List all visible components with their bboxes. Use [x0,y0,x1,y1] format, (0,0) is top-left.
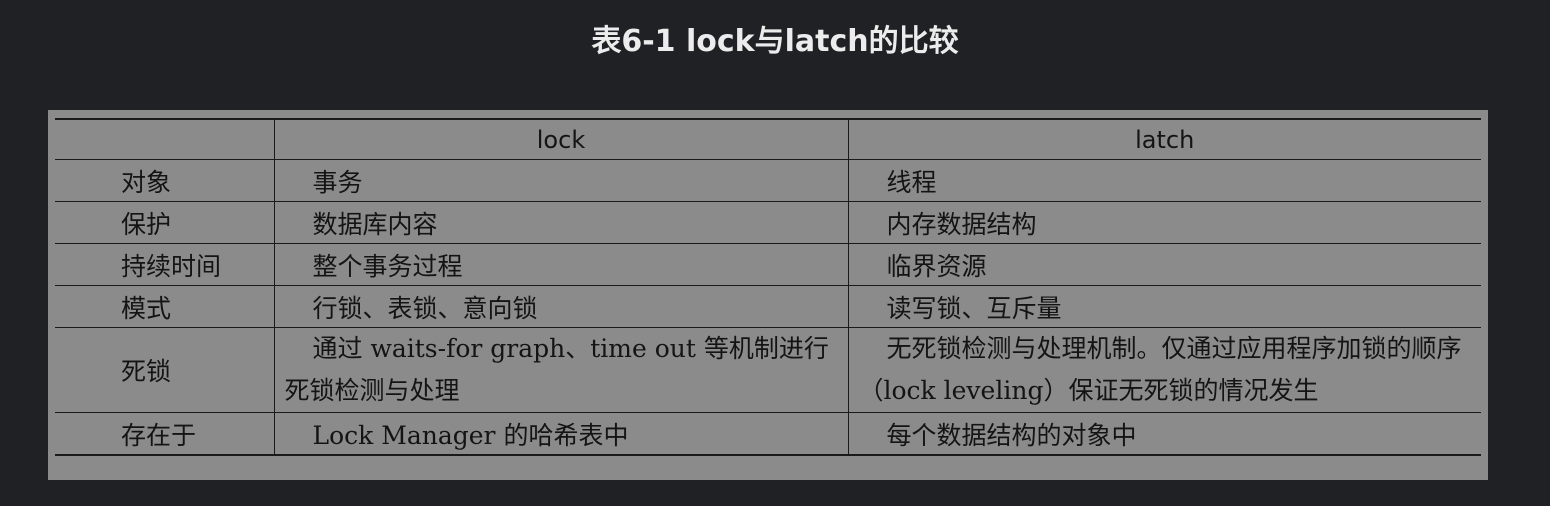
header-cell-lock: lock [273,118,848,160]
comparison-table-image: lock latch 对象 事务 线程 保护 数据库内容 内存数据结构 持续时间… [48,110,1488,480]
lock-latch-comparison-table: lock latch 对象 事务 线程 保护 数据库内容 内存数据结构 持续时间… [55,118,1481,456]
table-header-row: lock latch [55,118,1481,160]
table-row: 持续时间 整个事务过程 临界资源 [55,243,1481,286]
table-row: 保护 数据库内容 内存数据结构 [55,201,1481,244]
table-row: 死锁 通过 waits-for graph、time out 等机制进行死锁检测… [55,327,1481,413]
lock-cell: 通过 waits-for graph、time out 等机制进行死锁检测与处理 [273,327,848,413]
attribute-cell: 持续时间 [55,243,274,286]
latch-cell: 临界资源 [847,243,1481,286]
header-cell-latch: latch [847,118,1481,160]
attribute-cell: 存在于 [55,412,274,456]
attribute-cell: 死锁 [55,327,274,413]
table-row: 模式 行锁、表锁、意向锁 读写锁、互斥量 [55,285,1481,328]
table-row: 对象 事务 线程 [55,159,1481,202]
attribute-cell: 保护 [55,201,274,244]
latch-cell: 无死锁检测与处理机制。仅通过应用程序加锁的顺序（lock leveling）保证… [847,327,1481,413]
table-caption: 表6-1 lock与latch的比较 [591,24,959,59]
lock-cell: Lock Manager 的哈希表中 [273,412,848,456]
latch-cell: 线程 [847,159,1481,202]
latch-cell: 内存数据结构 [847,201,1481,244]
attribute-cell: 对象 [55,159,274,202]
lock-cell: 行锁、表锁、意向锁 [273,285,848,328]
table-row: 存在于 Lock Manager 的哈希表中 每个数据结构的对象中 [55,412,1481,456]
header-cell-attribute [55,118,274,160]
latch-cell: 读写锁、互斥量 [847,285,1481,328]
lock-cell: 整个事务过程 [273,243,848,286]
lock-cell: 事务 [273,159,848,202]
attribute-cell: 模式 [55,285,274,328]
lock-cell: 数据库内容 [273,201,848,244]
latch-cell: 每个数据结构的对象中 [847,412,1481,456]
